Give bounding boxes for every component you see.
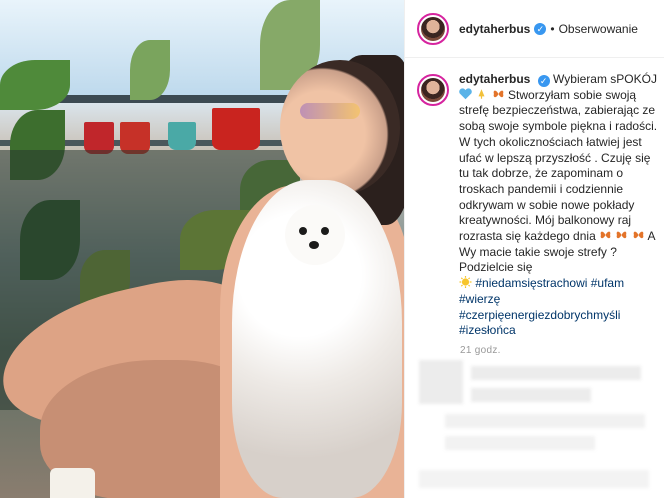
butterfly-emoji [617, 231, 627, 239]
dog-face [285, 205, 345, 265]
butterfly-emoji [493, 90, 504, 97]
follow-button[interactable]: Obserwowanie [559, 22, 638, 36]
avatar[interactable] [417, 74, 449, 106]
butterfly-emoji [633, 231, 644, 239]
post-photo[interactable] [0, 0, 404, 498]
flower-pot [212, 108, 260, 150]
blurred-comments [471, 366, 641, 380]
caption: edytaherbus ✓ Wybieram sPOKÓJ Stworzyłam… [417, 72, 661, 339]
dog-eye [321, 227, 329, 235]
white-cup [50, 468, 95, 498]
username-link[interactable]: edytaherbus [459, 22, 530, 36]
plant-leaf [130, 40, 170, 100]
blurred-comments [445, 414, 645, 428]
dog-eye [299, 227, 307, 235]
avatar-image [421, 78, 445, 102]
hashtag-link[interactable]: #wierzę [459, 292, 500, 306]
hashtag-link[interactable]: #czerpięenergiezdobrychmyśli [459, 308, 620, 322]
sunglasses [300, 103, 360, 119]
blurred-comments [471, 388, 591, 402]
caption-line: Wybieram sPOKÓJ [553, 72, 657, 86]
avatar-image [421, 16, 445, 41]
person-head [280, 60, 400, 195]
separator-dot: • [550, 21, 555, 36]
verified-badge-icon: ✓ [537, 75, 550, 87]
hashtag-link[interactable]: #niedamsięstrachowi [475, 276, 587, 290]
butterfly-emoji [600, 231, 611, 239]
dog-nose [309, 241, 319, 249]
verified-badge-icon: ✓ [534, 22, 547, 35]
sun-emoji [459, 276, 472, 289]
post-sidebar: edytaherbus ✓ • Obserwowanie edytaherbus… [404, 0, 664, 498]
hashtag-link[interactable]: #ufam [591, 276, 624, 290]
avatar[interactable] [417, 12, 449, 45]
caption-text: edytaherbus ✓ Wybieram sPOKÓJ Stworzyłam… [459, 72, 661, 339]
plant-leaf [0, 60, 70, 110]
blurred-comments [445, 436, 595, 450]
blurred-comments [419, 470, 649, 488]
caption-username[interactable]: edytaherbus [459, 72, 530, 86]
post-header: edytaherbus ✓ • Obserwowanie [405, 0, 664, 58]
blue-heart-emoji [459, 88, 472, 99]
hashtag-link[interactable]: #izesłońca [459, 323, 516, 337]
caption-line: Stworzyłam sobie swoją strefę bezpieczeń… [459, 87, 658, 244]
blurred-comments [419, 360, 463, 404]
post-timestamp[interactable]: 21 godz. [460, 345, 501, 356]
flower-pot [168, 122, 196, 150]
praying-hands-emoji [478, 88, 485, 99]
